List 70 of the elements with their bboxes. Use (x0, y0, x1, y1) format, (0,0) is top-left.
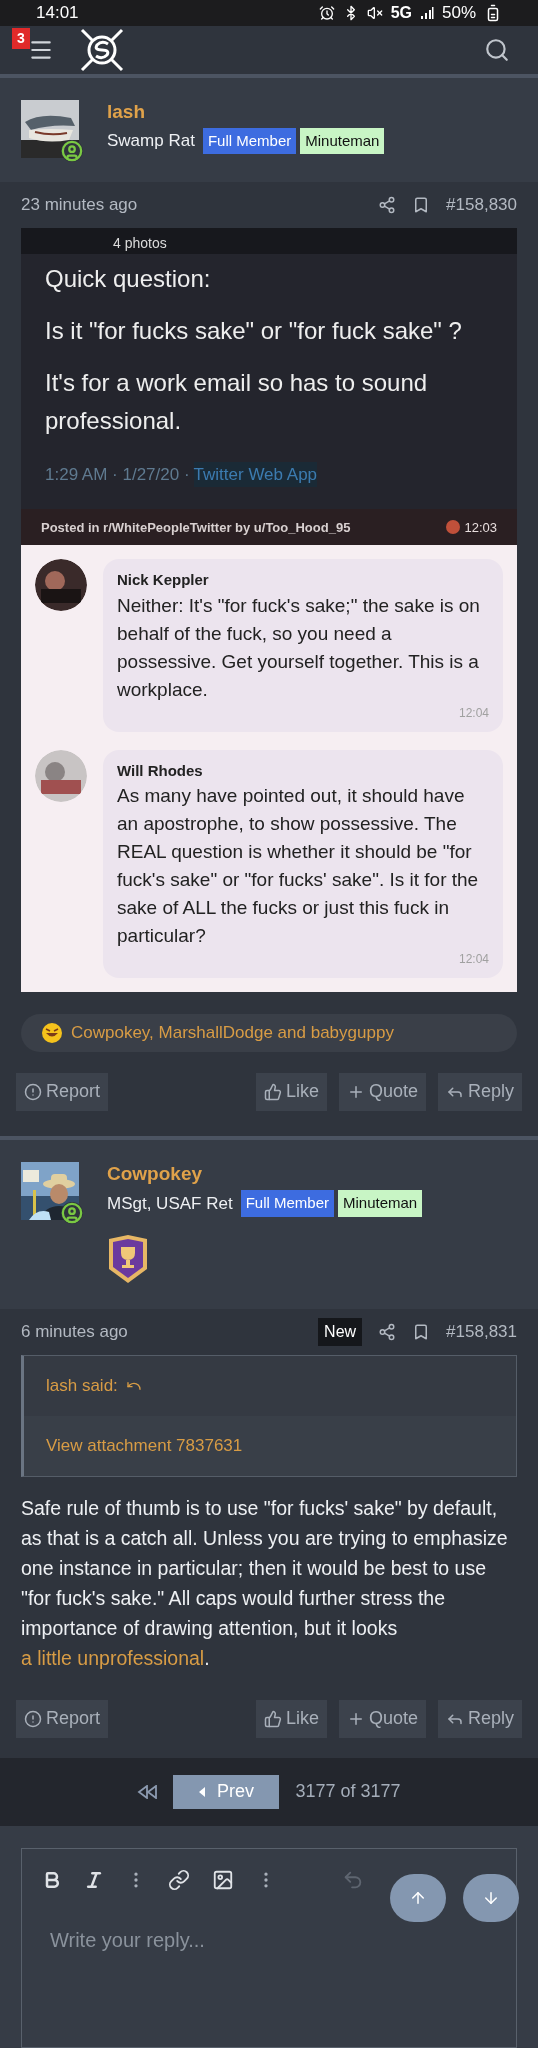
quote-button[interactable]: Quote (338, 1073, 426, 1111)
post-number[interactable]: #158,831 (446, 1318, 517, 1345)
user-title: MSgt, USAF Ret (107, 1192, 233, 1215)
reactions-bar[interactable]: Cowpokey, MarshallDodge and babyguppy (21, 1014, 517, 1052)
commenter-name: Will Rhodes (117, 760, 204, 781)
report-button[interactable]: Report (16, 1073, 109, 1111)
comment-text: As many have pointed out, it should have an apostrophe, to show possessive. The REAL question is whether it should be "for fuck's sake" or "for fucks' sake". Is it for the sake of ALL the fucks or just this fuck in particular? (117, 784, 480, 949)
page-info: 3177 of 3177 (295, 1780, 401, 1804)
alert-icon (24, 1083, 42, 1101)
first-page-icon[interactable] (137, 1784, 158, 1799)
reddit-icon (446, 520, 461, 535)
reply-input[interactable]: Write your reply... (22, 1911, 516, 1955)
scroll-down-button[interactable] (463, 1874, 519, 1922)
user-title: Swamp Rat (107, 130, 195, 153)
reaction-names[interactable]: Cowpokey, MarshallDodge and babyguppy (71, 1020, 394, 1046)
like-button[interactable]: Like (255, 1073, 327, 1111)
like-button[interactable]: Like (255, 1699, 327, 1738)
post-number[interactable]: #158,830 (446, 192, 517, 218)
user-badge: Minuteman (300, 127, 385, 155)
thumbs-up-icon (263, 1083, 282, 1101)
reply-button[interactable]: Reply (437, 1073, 522, 1111)
italic-icon[interactable] (84, 1870, 104, 1890)
notification-badge: 3 (12, 27, 30, 49)
mute-icon (366, 4, 383, 21)
tweet-text: Quick question: (45, 263, 212, 294)
comment-time: 12:04 (458, 704, 489, 722)
link-icon[interactable] (168, 1869, 190, 1891)
user-badge: Full Member (202, 127, 297, 155)
share-icon[interactable] (378, 195, 397, 214)
network-label: 5G (390, 2, 412, 23)
report-button[interactable]: Report (16, 1699, 109, 1738)
quote-author[interactable]: lash said: (46, 1372, 118, 1399)
reply-button[interactable]: Reply (437, 1699, 522, 1738)
clock: 14:01 (36, 2, 79, 24)
image-icon[interactable] (212, 1869, 234, 1891)
reddit-caption: Posted in r/WhitePeopleTwitter by u/Too_Hood_95 (41, 518, 351, 537)
post-time[interactable]: 6 minutes ago (21, 1318, 128, 1345)
share-icon[interactable] (378, 1322, 397, 1341)
tweet-meta: 1:29 AM · 1/27/20 · (45, 463, 190, 486)
quote-button[interactable]: Quote (338, 1699, 426, 1738)
commenter-name: Nick Keppler (117, 570, 210, 591)
online-status-icon (61, 1202, 83, 1225)
signal-icon (419, 5, 434, 20)
tweet-text: Is it "for fucks sake" or "for fuck sake" ? (45, 315, 463, 346)
new-label: New (318, 1317, 363, 1346)
photos-label: 4 photos (113, 233, 167, 253)
trophy-badge-icon (107, 1232, 149, 1285)
post-time[interactable]: 23 minutes ago (21, 192, 138, 218)
alert-icon (24, 1709, 42, 1728)
username[interactable]: Cowpokey (107, 1162, 423, 1187)
text-link[interactable]: a little unprofessional (21, 1646, 205, 1669)
user-badge: Full Member (240, 1190, 334, 1217)
prev-page-button[interactable]: Prev (173, 1774, 280, 1809)
tweet-text: It's for a work email so has to sound professional. (45, 367, 429, 436)
post-body: Safe rule of thumb is to use "for fucks' sake" by default, as that is a catch all. Unless you are trying to emphasize one instance in particular; then it would be best to use "for fuck's sake." All caps would further stress the importance of drawing attention, but it looks a little unprofessional. (20, 1495, 509, 1671)
caption-time: 12:03 (464, 518, 497, 537)
comment-time: 12:04 (458, 951, 489, 969)
laughing-emoji-icon (41, 1022, 63, 1045)
caret-icon (198, 1786, 205, 1797)
scroll-up-button[interactable] (390, 1874, 446, 1922)
thumbs-up-icon (263, 1709, 282, 1728)
attachment-link[interactable]: View attachment 7837631 (46, 1432, 243, 1459)
arrow-down-icon (482, 1889, 500, 1907)
comment-text: Neither: It's "for fuck's sake;" the sake is on behalf of the fuck, so you need a possessive. Get yourself together. This is a workplace. (117, 593, 481, 702)
tweet-source: Twitter Web App (193, 461, 318, 488)
user-badge: Minuteman (338, 1190, 423, 1217)
alarm-icon (318, 4, 335, 21)
battery-level: 50% (441, 2, 476, 24)
username[interactable]: lash (107, 99, 385, 124)
search-icon[interactable] (484, 36, 510, 63)
